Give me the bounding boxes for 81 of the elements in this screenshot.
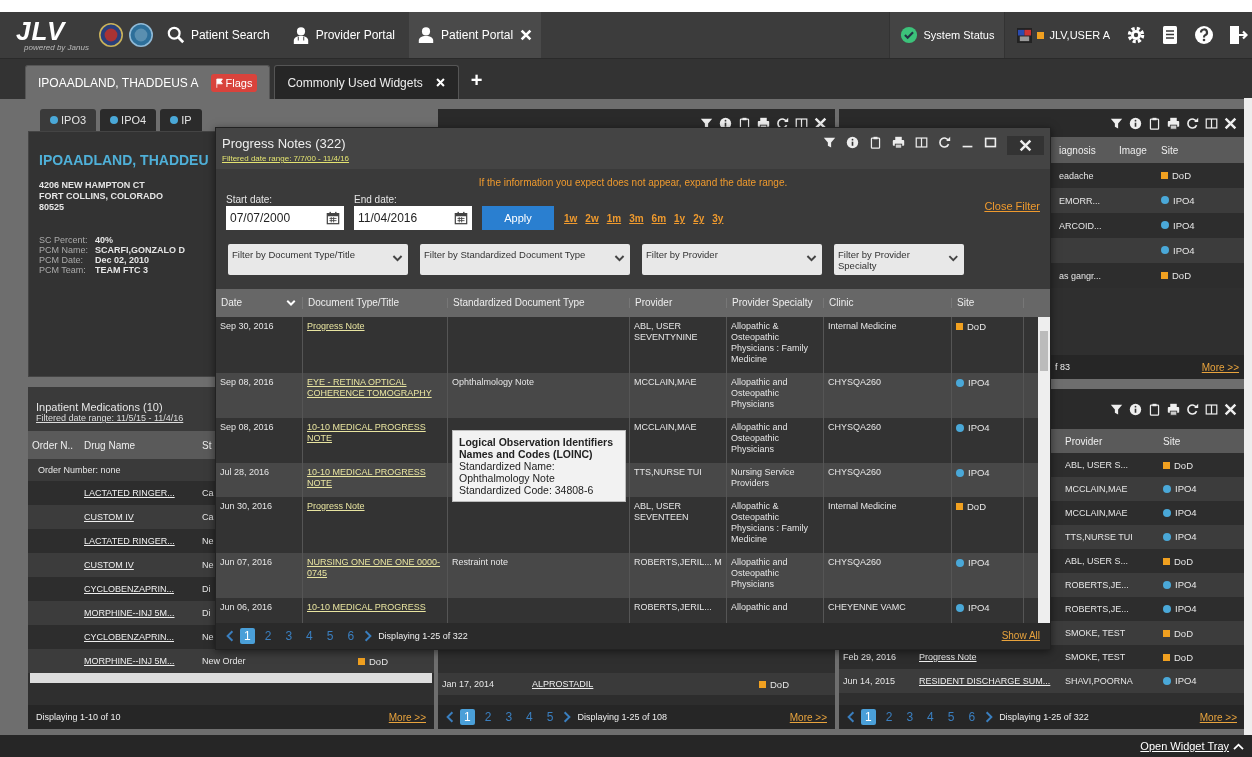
site-name: IPO4 [1173, 194, 1195, 206]
site-name: IPO4 [1173, 219, 1195, 231]
record-count: Displaying 1-25 of 322 [378, 630, 468, 641]
app-logo: JLV [16, 18, 67, 43]
site-name: IPO4 [1175, 507, 1197, 519]
site-name: IPO4 [968, 467, 990, 478]
site-name: DoD [1172, 270, 1191, 281]
site-name: IPO4 [1175, 603, 1197, 615]
field-value: 40% [95, 235, 113, 245]
date-cell-text: Jan 17, 2014 [441, 679, 496, 689]
address-line: 4206 NEW HAMPTON CT [39, 180, 145, 191]
patient-name: IPOAADLAND, THADDEU [39, 152, 209, 168]
widget-title: Inpatient Medications (10) [36, 401, 163, 413]
site-name: IPO4 [968, 422, 990, 433]
record-count: Displaying 1-25 of 322 [999, 712, 1089, 722]
site-name: DoD [1172, 170, 1191, 181]
field-value: TEAM FTC 3 [95, 265, 148, 275]
provider-cell: ROBERTS,JERIL... [630, 598, 727, 623]
record-count: Displaying 1-25 of 108 [577, 712, 667, 722]
field-label: SC Percent: [39, 235, 89, 245]
provider-cell-text: SHAVI,POORNA [1064, 676, 1134, 686]
diagnosis-cell-text: ARCOID... [1058, 220, 1103, 231]
site-name: DoD [369, 655, 388, 667]
tooltip-text: Standardized Name: Ophthalmology Note [459, 460, 556, 484]
status-cell-text: Ca [201, 512, 215, 522]
record-count: f 83 [1055, 362, 1071, 372]
dialog-title: Progress Notes (322) [222, 136, 347, 151]
site-name: DoD [1174, 627, 1193, 639]
provider-cell-text: ABL, USER S... [1064, 460, 1130, 470]
provider-cell-text: SMOKE, TEST [1064, 628, 1127, 638]
site-name: IPO4 [968, 377, 990, 388]
field-label: Start date: [226, 194, 274, 205]
site-name: IPO4 [1173, 244, 1195, 256]
info-message: If the information you expect does not appear, expand the date range. [477, 176, 789, 190]
diagnosis-cell-text: EMORR... [1058, 195, 1101, 206]
field-label: End date: [354, 194, 398, 205]
provider-cell-text: MCCLAIN,MAE [1064, 508, 1129, 518]
field-label: PCM Team: [39, 265, 87, 275]
site-name: DoD [1174, 555, 1193, 567]
site-name: DoD [967, 501, 986, 512]
field-value: SCARFI,GONZALO D [95, 245, 185, 255]
site-name: IPO4 [1175, 675, 1197, 687]
specialty-cell: Allopathic and [727, 598, 824, 623]
site-name: IPO4 [1175, 531, 1197, 543]
user-name: JLV,USER A [1049, 29, 1110, 41]
provider-cell-text: TTS,NURSE TUI [1064, 532, 1134, 542]
tooltip-text: Standardized Code: 34808-6 [459, 484, 595, 496]
status-cell-text: Ne [201, 560, 215, 570]
site-name: IPO4 [968, 557, 990, 568]
field-label: PCM Name: [39, 245, 89, 255]
status-cell-text: Di [201, 608, 212, 618]
provider-cell-text: ROBERTS,JE... [1064, 580, 1130, 590]
status-cell-text: Di [201, 584, 212, 594]
status-cell-text: Ca [201, 488, 215, 498]
diagnosis-cell-text: as gangr... [1058, 270, 1103, 281]
status-cell-text: Ne [201, 632, 215, 642]
address-line: 80525 [39, 202, 65, 213]
provider-cell-text: ABL, USER S... [1064, 556, 1130, 566]
address-line: FORT COLLINS, COLORADO [39, 191, 163, 202]
field-value: Dec 02, 2010 [95, 255, 150, 265]
status-cell-text: Ne [201, 536, 215, 546]
site-name: DoD [770, 678, 789, 690]
clinic-cell: CHEYENNE VAMC [824, 598, 952, 623]
site-name: IPO4 [1175, 579, 1197, 591]
date-cell-text: Feb 29, 2016 [842, 652, 898, 662]
provider-cell-text: MCCLAIN,MAE [1064, 484, 1129, 494]
site-name: IPO4 [968, 602, 990, 613]
date-cell-text: Jun 14, 2015 [842, 676, 897, 686]
tooltip-title: Logical Observation Identifiers Names and Codes (LOINC) [459, 436, 615, 460]
record-count: Displaying 1-10 of 10 [36, 712, 121, 722]
field-label: PCM Date: [39, 255, 84, 265]
status-cell-text: New Order [201, 656, 247, 666]
site-name: DoD [1174, 651, 1193, 663]
site-name: DoD [967, 321, 986, 332]
site-name: DoD [1174, 459, 1193, 471]
site-name: IPO4 [1175, 483, 1197, 495]
provider-cell-text: SMOKE, TEST [1064, 652, 1127, 662]
logo-tagline: powered by Janus [24, 42, 89, 52]
diagnosis-cell-text: eadache [1058, 170, 1095, 181]
provider-cell-text: ROBERTS,JE... [1064, 604, 1130, 614]
date-cell: Jun 06, 2016 [216, 598, 303, 623]
